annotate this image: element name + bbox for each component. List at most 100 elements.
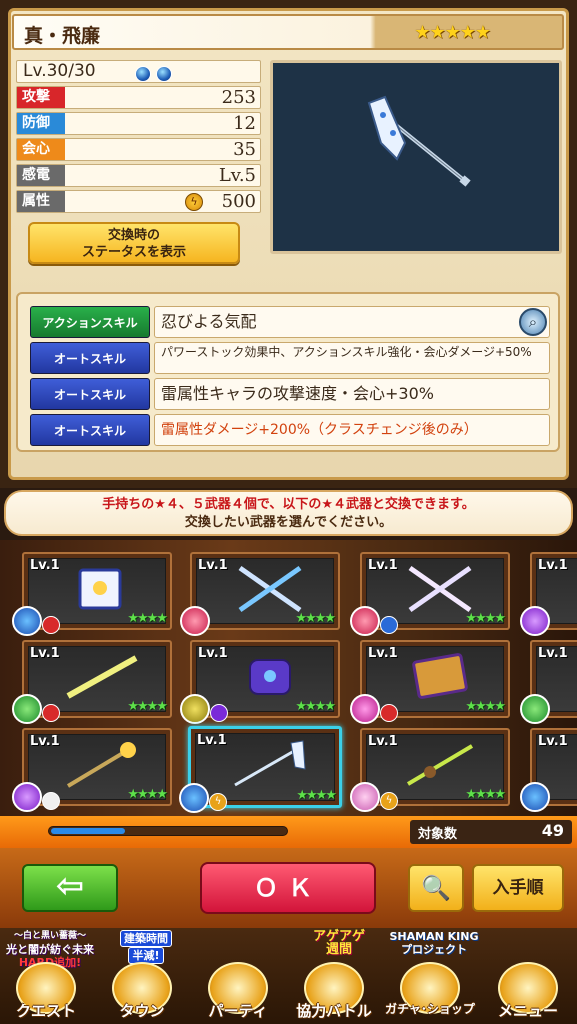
thunder-element-icon: ϟ [209,793,227,811]
stat-value: 12 [233,113,256,134]
weapon-card[interactable]: Lv.1 ★★★★ [12,640,172,724]
stat-label: 感電 [17,165,65,186]
thunder-orb-icon [135,65,151,82]
magnifier-icon[interactable]: ⌕ [519,308,547,336]
instruction-line1: 手持ちの★４、５武器４個で、以下の★４武器と交換できます。 [102,497,475,512]
skill-type-tag: オートスキル [30,342,150,374]
stat-shock: 感電 Lv.5 [16,164,261,187]
action-bar: ⇦ ＯＫ 🔍 入手順 [0,848,577,928]
card-stars: ★★★★ [465,787,506,802]
weapon-card-selected[interactable]: Lv.1 ϟ ★★★★ [179,726,342,813]
lance-type-icon [12,694,42,724]
gacha-event-banner[interactable]: SHAMAN KING プロジェクト [386,930,482,956]
card-level: Lv.1 [368,734,398,749]
nav-label: タウン [119,1002,165,1020]
card-level: Lv.1 [368,558,398,573]
coop-event-banner[interactable]: アゲアゲ 週間 [294,930,384,956]
stat-attack: 攻撃 253 [16,86,261,109]
grid-scrollbar[interactable] [48,826,288,836]
card-level: Lv.1 [538,734,568,749]
weapon-card[interactable]: Lv.1 ★★★★ [350,640,510,724]
weapon-card[interactable]: Lv.1 ★★★★ [350,552,510,636]
scrollbar-thumb[interactable] [51,828,125,834]
back-button[interactable]: ⇦ [22,864,118,912]
weapon-card[interactable]: Lv.1 ★★★★ [12,728,172,812]
weapon-card[interactable]: Lv.1 ★★★★ [180,640,340,724]
fire-element-icon [380,704,398,722]
nav-quest[interactable]: クエスト [0,958,92,1024]
card-stars: ★★★★ [465,611,506,626]
show-swap-status-button[interactable]: 交換時の ステータスを表示 [28,222,240,264]
scythe-weapon-icon [367,95,471,187]
search-button[interactable]: 🔍 [408,864,464,912]
weapon-card[interactable]: Lv.1 ★★★★ [12,552,172,636]
exchange-instruction: 手持ちの★４、５武器４個で、以下の★４武器と交換できます。 交換したい武器を選ん… [4,490,573,536]
skill-text: 雷属性キャラの攻撃速度・会心+30% [154,378,550,410]
staff-type-icon [520,606,550,636]
scythe-weapon-icon [234,740,306,787]
rarity-stars: ★★★★★ [414,22,491,43]
back-arrow-icon: ⇦ [55,866,85,906]
stat-defense: 防御 12 [16,112,261,135]
stat-label: 攻撃 [17,87,65,108]
skill-name: 忍びよる気配 [161,312,257,331]
sort-order-button[interactable]: 入手順 [472,864,564,912]
action-skill-row: アクションスキル 忍びよる気配 ⌕ [30,306,550,338]
nav-label: ガチャ･ショップ [385,1002,475,1016]
blade-type-icon [179,783,209,813]
nav-coop-battle[interactable]: 協力バトル [288,958,380,1024]
weapon-detail-panel: 真・飛廉 ★★★★★ Lv.30/30 攻撃 253 防御 12 会心 35 感… [0,0,577,488]
level-row: Lv.30/30 [16,60,261,83]
weapon-card[interactable]: Lv.1 [520,552,577,636]
tome-weapon-icon [412,653,468,699]
gauntlet-weapon-icon [249,659,291,695]
thunder-element-icon: ϟ [185,193,203,211]
card-stars: ★★★★ [465,699,506,714]
banner-text: プロジェクト [401,943,467,956]
ok-button[interactable]: ＯＫ [200,862,376,914]
card-level: Lv.1 [30,646,60,661]
water-element-icon [380,616,398,634]
weapon-name: 真・飛廉 [24,25,101,47]
banner-text: 建築時間 [120,930,172,947]
dual-type-icon [350,606,380,636]
star-staff-weapon-icon [66,742,136,788]
thunder-element-icon: ϟ [380,792,398,810]
nav-gacha-shop[interactable]: ガチャ･ショップ [384,958,476,1024]
skill-type-tag: オートスキル [30,414,150,446]
dual-type-icon [180,606,210,636]
fire-element-icon [42,704,60,722]
banner-text: 光と闇が紡ぐ未来 [6,943,94,956]
dark-element-icon [210,704,228,722]
light-element-icon [42,792,60,810]
search-icon: 🔍 [421,874,451,902]
card-stars: ★★★★ [127,611,168,626]
weapon-card[interactable]: Lv.1 [520,640,577,724]
weapon-card[interactable]: Lv.1 ★★★★ [180,552,340,636]
auto-skill-row-2: オートスキル 雷属性キャラの攻撃速度・会心+30% [30,378,550,410]
nav-menu[interactable]: メニュー [482,958,574,1024]
nav-party[interactable]: パーティ [192,958,284,1024]
weapon-card[interactable]: Lv.1 ϟ ★★★★ [350,728,510,812]
card-stars: ★★★★ [127,787,168,802]
nav-label: パーティ [208,1002,268,1020]
stat-label: 属性 [17,191,65,212]
skill-type-tag: オートスキル [30,378,150,410]
crossed-blades-weapon-icon [408,565,472,613]
count-bar: 対象数 49 [0,816,577,848]
weapon-level: Lv.30/30 [23,61,96,81]
spear-weapon-icon [406,744,474,786]
card-level: Lv.1 [198,646,228,661]
skill-text: パワーストック効果中、アクションスキル強化・会心ダメージ+50% [154,342,550,374]
skill-text: 雷属性ダメージ+200%（クラスチェンジ後のみ） [154,414,550,446]
stat-value: 500 [221,191,256,212]
card-stars: ★★★★ [127,699,168,714]
target-count: 対象数 49 [410,820,572,844]
card-stars: ★★★★ [295,611,336,626]
nav-town[interactable]: タウン [96,958,188,1024]
weapon-card[interactable]: Lv.1 [520,728,577,812]
lance-type-icon [520,694,550,724]
count-value: 49 [541,821,564,840]
weapon-name-bar: 真・飛廉 ★★★★★ [12,14,564,50]
fist-type-icon [180,694,210,724]
